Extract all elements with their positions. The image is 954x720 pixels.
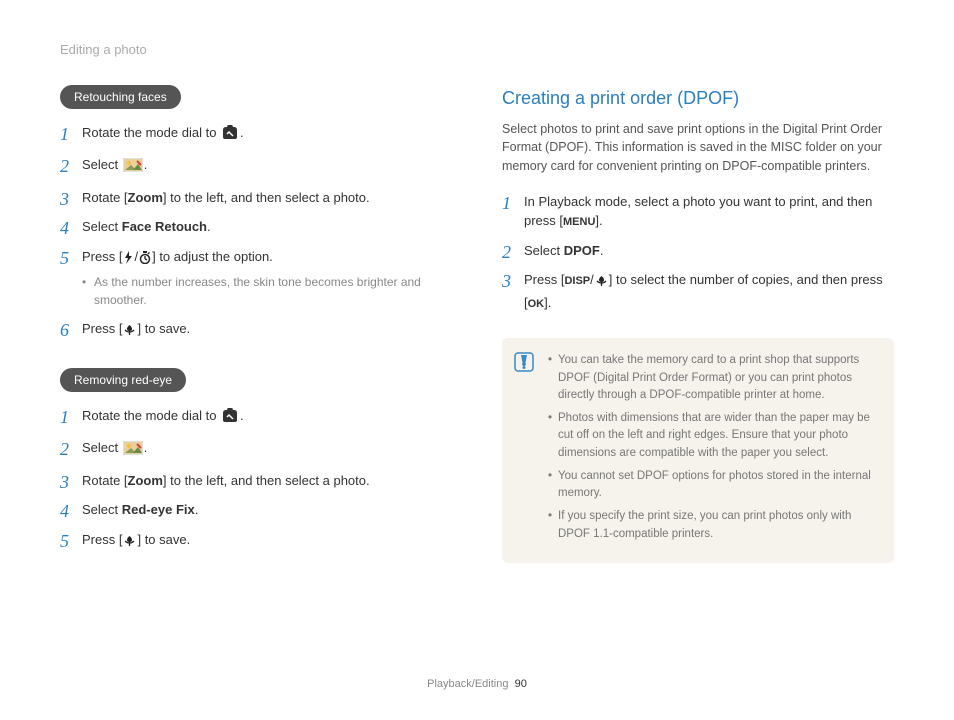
timer-icon bbox=[139, 250, 151, 270]
pill-retouching-faces: Retouching faces bbox=[60, 85, 181, 109]
step-5: Press [ / ] to adjust the option. As the n… bbox=[60, 247, 452, 310]
menu-button-icon: MENU bbox=[563, 216, 595, 228]
step-text: Select bbox=[82, 157, 122, 172]
step-text-post: . bbox=[240, 408, 244, 423]
page-header: Editing a photo bbox=[60, 40, 894, 60]
step-text-post: ] to adjust the option. bbox=[152, 249, 273, 264]
steps-retouching: Rotate the mode dial to . Select . Rotat… bbox=[60, 123, 452, 342]
step-text: Select bbox=[82, 440, 122, 455]
step-text-post: . bbox=[144, 157, 148, 172]
step-sub: As the number increases, the skin tone b… bbox=[82, 273, 452, 309]
section-title-dpof: Creating a print order (DPOF) bbox=[502, 85, 894, 112]
macro-icon bbox=[123, 322, 136, 342]
macro-icon bbox=[123, 533, 136, 553]
step-text: Select bbox=[524, 243, 564, 258]
step-text: Rotate [ bbox=[82, 190, 128, 205]
step-text-post: ]. bbox=[595, 213, 602, 228]
page-number: 90 bbox=[515, 678, 527, 690]
note-list: You can take the memory card to a print … bbox=[548, 352, 878, 543]
step-4: Select Face Retouch. bbox=[60, 217, 452, 237]
ok-button-icon: OK bbox=[528, 298, 545, 310]
photo-edit-icon bbox=[123, 158, 143, 178]
step-1: Rotate the mode dial to . bbox=[60, 123, 452, 146]
mode-dial-icon bbox=[221, 125, 239, 146]
steps-dpof: In Playback mode, select a photo you wan… bbox=[502, 192, 894, 313]
content-columns: Retouching faces Rotate the mode dial to… bbox=[60, 85, 894, 579]
step-text-post: . bbox=[207, 219, 211, 234]
step-text-post: . bbox=[144, 440, 148, 455]
step-text: Select bbox=[82, 219, 122, 234]
step-1: Rotate the mode dial to . bbox=[60, 406, 452, 429]
note-item: If you specify the print size, you can p… bbox=[548, 508, 878, 543]
step-5: Press [ ] to save. bbox=[60, 530, 452, 553]
note-item: Photos with dimensions that are wider th… bbox=[548, 410, 878, 462]
step-mid: / bbox=[134, 249, 138, 264]
step-text: Press [ bbox=[524, 272, 564, 287]
step-6: Press [ ] to save. bbox=[60, 319, 452, 342]
section-intro: Select photos to print and save print op… bbox=[502, 120, 894, 176]
pill-removing-red-eye: Removing red-eye bbox=[60, 368, 186, 392]
step-text: Select bbox=[82, 502, 122, 517]
step-text: Press [ bbox=[82, 532, 122, 547]
step-bold: Zoom bbox=[128, 473, 163, 488]
step-text-post: ] to the left, and then select a photo. bbox=[163, 190, 370, 205]
note-item: You can take the memory card to a print … bbox=[548, 352, 878, 404]
step-text-post2: ]. bbox=[544, 295, 551, 310]
step-text-post: ] to the left, and then select a photo. bbox=[163, 473, 370, 488]
left-column: Retouching faces Rotate the mode dial to… bbox=[60, 85, 452, 579]
flash-icon bbox=[123, 250, 133, 270]
macro-icon bbox=[595, 273, 608, 293]
step-bold: Face Retouch bbox=[122, 219, 207, 234]
step-2: Select DPOF. bbox=[502, 241, 894, 261]
step-text-post: . bbox=[240, 125, 244, 140]
step-2: Select . bbox=[60, 155, 452, 178]
step-mid: / bbox=[590, 272, 594, 287]
note-icon bbox=[514, 352, 534, 378]
step-text-post: . bbox=[195, 502, 199, 517]
mode-dial-icon bbox=[221, 408, 239, 429]
step-bold: Zoom bbox=[128, 190, 163, 205]
disp-button-icon: DISP bbox=[564, 275, 590, 287]
step-bold: Red-eye Fix bbox=[122, 502, 195, 517]
step-text-post: ] to save. bbox=[137, 532, 190, 547]
photo-edit-icon bbox=[123, 441, 143, 461]
step-text: Rotate [ bbox=[82, 473, 128, 488]
step-text: Press [ bbox=[82, 249, 122, 264]
step-text: Rotate the mode dial to bbox=[82, 125, 220, 140]
note-item: You cannot set DPOF options for photos s… bbox=[548, 468, 878, 503]
step-2: Select . bbox=[60, 438, 452, 461]
steps-redeye: Rotate the mode dial to . Select . Rotat… bbox=[60, 406, 452, 553]
step-3: Rotate [Zoom] to the left, and then sele… bbox=[60, 188, 452, 208]
step-3: Rotate [Zoom] to the left, and then sele… bbox=[60, 471, 452, 491]
footer-section: Playback/Editing bbox=[427, 678, 508, 690]
step-text: Press [ bbox=[82, 321, 122, 336]
step-text: Rotate the mode dial to bbox=[82, 408, 220, 423]
step-text-post: . bbox=[600, 243, 604, 258]
right-column: Creating a print order (DPOF) Select pho… bbox=[502, 85, 894, 579]
note-box: You can take the memory card to a print … bbox=[502, 338, 894, 563]
step-4: Select Red-eye Fix. bbox=[60, 500, 452, 520]
step-3: Press [DISP/] to select the number of co… bbox=[502, 270, 894, 312]
step-1: In Playback mode, select a photo you wan… bbox=[502, 192, 894, 231]
step-bold: DPOF bbox=[564, 243, 600, 258]
step-text-post: ] to save. bbox=[137, 321, 190, 336]
page-footer: Playback/Editing 90 bbox=[0, 676, 954, 693]
